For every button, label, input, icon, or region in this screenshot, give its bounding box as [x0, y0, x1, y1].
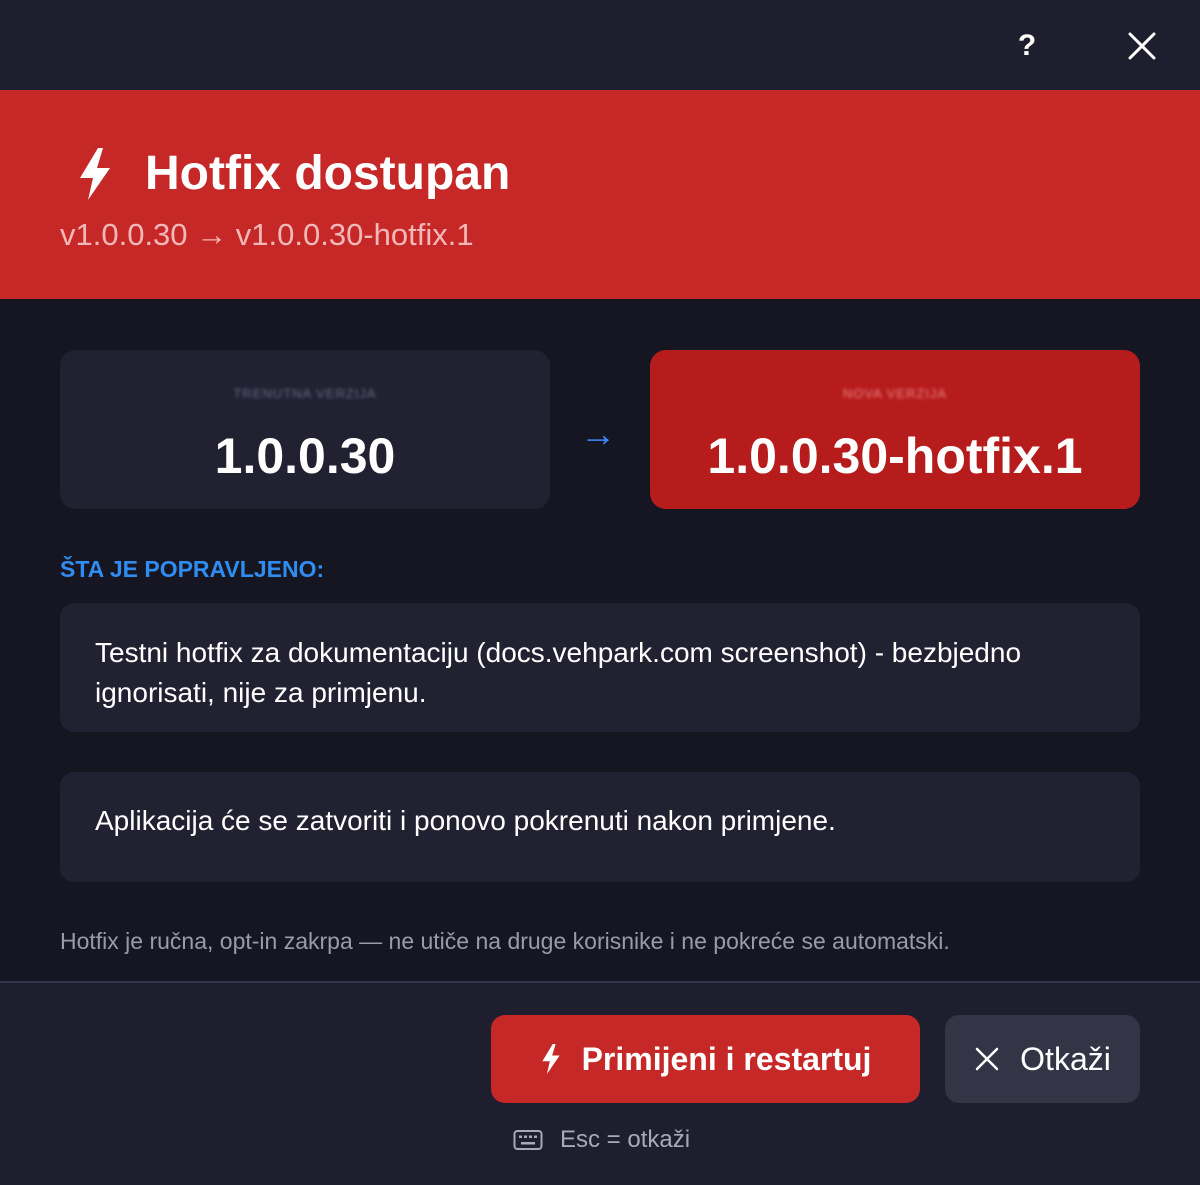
current-version-card: TRENUTNA VERZIJA 1.0.0.30 — [60, 350, 550, 509]
current-version-label: TRENUTNA VERZIJA — [233, 386, 377, 401]
restart-notice: Aplikacija će se zatvoriti i ponovo pokr… — [60, 772, 1140, 882]
apply-restart-label: Primijeni i restartuj — [581, 1040, 872, 1077]
close-icon — [1128, 32, 1156, 60]
arrow-right-icon: → — [580, 413, 616, 454]
hotfix-footnote: Hotfix je ručna, opt-in zakrpa — ne utič… — [60, 928, 950, 954]
title-bar: ? — [0, 0, 1200, 90]
changes-heading: ŠTA JE POPRAVLJENO: — [60, 556, 325, 582]
new-version-card: NOVA VERZIJA 1.0.0.30-hotfix.1 — [650, 350, 1140, 509]
current-version-value: 1.0.0.30 — [214, 428, 396, 484]
shortcut-hint: Esc = otkaži — [513, 1125, 690, 1155]
new-version-label: NOVA VERZIJA — [842, 386, 948, 401]
release-notes: Testni hotfix za dokumentaciju (docs.veh… — [60, 603, 1140, 732]
close-icon — [975, 1047, 999, 1071]
keyboard-icon — [513, 1130, 543, 1150]
cancel-button[interactable]: Otkaži — [945, 1015, 1140, 1103]
hotfix-dialog: ? Hotfix dostupan v1.0.0.30 → v1.0.0.30-… — [0, 0, 1200, 1185]
lightning-icon — [541, 1044, 560, 1074]
cancel-label: Otkaži — [1020, 1040, 1111, 1077]
close-button[interactable] — [1116, 20, 1168, 72]
hotfix-header: Hotfix dostupan v1.0.0.30 → v1.0.0.30-ho… — [0, 90, 1200, 299]
lightning-icon — [80, 148, 110, 200]
dialog-footer: Primijeni i restartuj Otkaži Esc = otkaž… — [0, 981, 1200, 1185]
version-transition: v1.0.0.30 → v1.0.0.30-hotfix.1 — [60, 217, 474, 252]
new-version-value: 1.0.0.30-hotfix.1 — [707, 428, 1083, 484]
help-button[interactable]: ? — [1001, 20, 1053, 72]
help-icon: ? — [1017, 29, 1037, 62]
apply-restart-button[interactable]: Primijeni i restartuj — [491, 1015, 920, 1103]
dialog-title: Hotfix dostupan — [145, 147, 511, 200]
shortcut-hint-text: Esc = otkaži — [560, 1126, 691, 1153]
